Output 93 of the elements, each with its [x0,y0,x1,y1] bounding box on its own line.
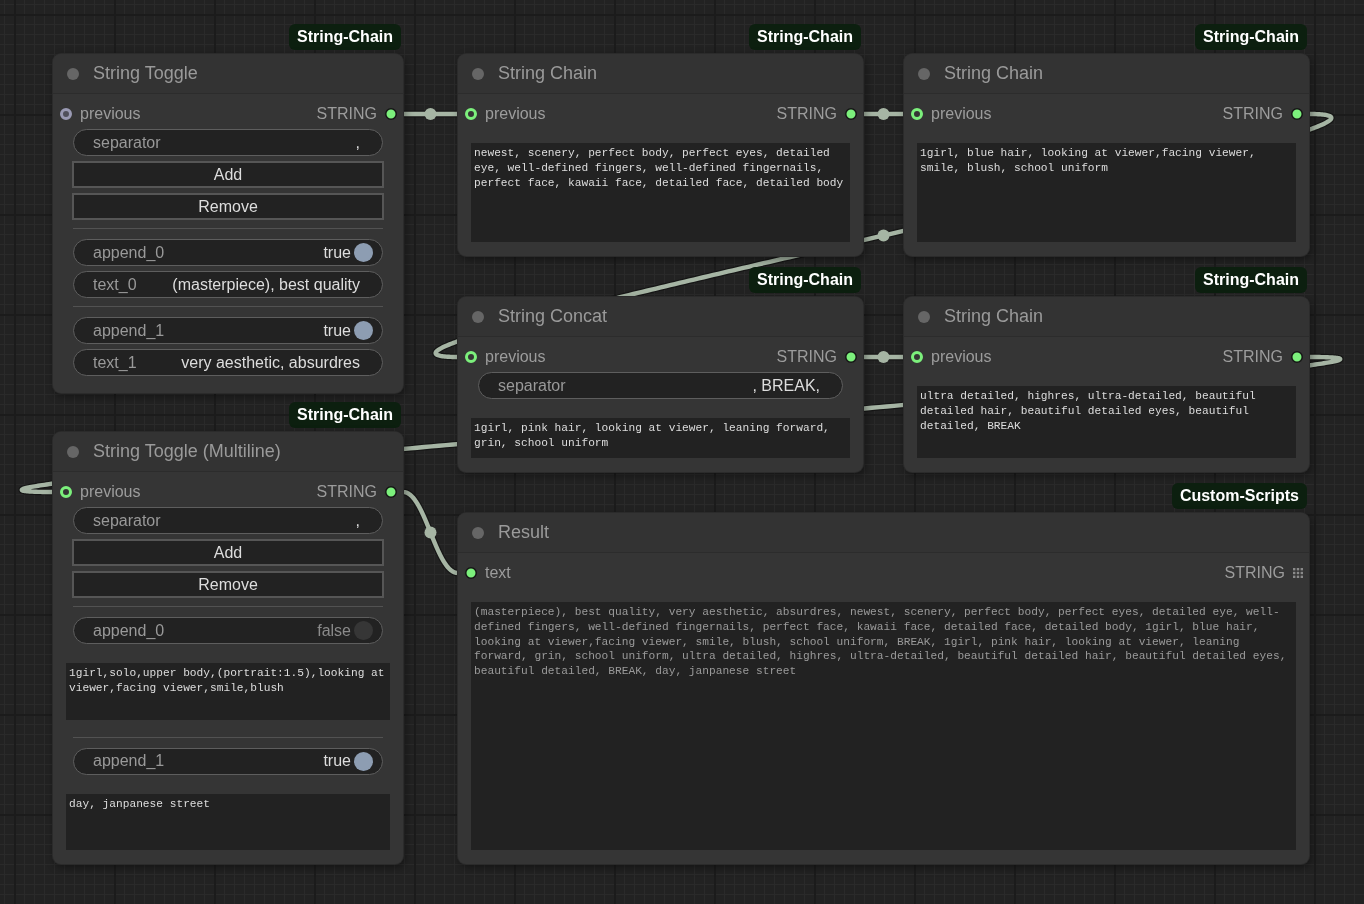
node-badge: String-Chain [1195,24,1307,50]
link-wire[interactable] [863,108,904,120]
toggle-switch[interactable]: append_1 true [73,747,383,775]
slot-label: STRING [1224,564,1285,582]
toggle-label: append_1 [93,321,165,340]
ring-icon[interactable] [911,351,923,363]
toggle-value: true [323,321,351,340]
toggle-knob-icon[interactable] [354,243,373,262]
ring-icon[interactable] [60,108,72,120]
field-value: , [355,133,360,152]
node-title: String Toggle [93,63,198,84]
dot-icon[interactable] [1291,108,1303,120]
text-field[interactable]: separator , BREAK, [478,372,843,399]
dot-icon[interactable] [472,526,484,539]
slot-label: previous [80,105,141,123]
field-label: separator [93,511,161,530]
slot-label: text [485,564,511,582]
text-area[interactable]: 1girl, blue hair, looking at viewer,facing viewer, smile, blush, school uniform [917,143,1296,242]
node-badge: String-Chain [749,267,861,293]
toggle-value: true [323,752,351,770]
toggle-switch[interactable]: append_0 false [73,617,383,644]
dot-icon[interactable] [918,67,930,80]
ring-icon[interactable] [911,108,923,120]
slot-label: STRING [1222,348,1283,366]
slot-label: previous [931,348,992,366]
field-value: (masterpiece), best quality [172,275,360,294]
slot-label: STRING [1222,105,1283,123]
field-label: text_0 [93,275,137,294]
slot-label: STRING [776,105,837,123]
link-wire[interactable] [863,351,904,363]
text-field[interactable]: separator , [73,129,383,156]
node-title: String Concat [498,306,608,327]
slot-label: previous [485,348,546,366]
dot-icon[interactable] [845,351,857,363]
toggle-value: true [323,243,351,262]
toggle-value: false [317,621,351,640]
ring-icon[interactable] [465,351,477,363]
text-field[interactable]: text_0 (masterpiece), best quality [73,271,383,298]
slot-label: previous [80,483,141,501]
slot-label: STRING [316,483,377,501]
dot-icon[interactable] [465,567,477,579]
field-value: very aesthetic, absurdres [181,353,360,372]
toggle-label: append_0 [93,621,165,640]
ring-icon[interactable] [60,486,72,498]
toggle-switch[interactable]: append_1 true [73,317,383,344]
slot-label: STRING [776,348,837,366]
node-title: String Toggle (Multiline) [93,441,281,462]
widget-button[interactable]: Remove [72,571,384,598]
toggle-label: append_1 [93,752,165,770]
widget-button[interactable]: Add [72,539,384,566]
node-title: String Chain [498,63,598,84]
dot-icon[interactable] [385,486,397,498]
slot-label: previous [485,105,546,123]
ring-icon[interactable] [465,108,477,120]
dot-icon[interactable] [67,445,79,458]
dot-icon[interactable] [918,310,930,323]
slot-label: STRING [316,105,377,123]
dot-icon[interactable] [385,108,397,120]
text-area[interactable]: day, janpanese street [66,793,390,850]
grid-icon[interactable] [1293,568,1303,578]
dot-icon[interactable] [845,108,857,120]
field-value: , BREAK, [752,376,820,395]
node-badge: String-Chain [749,24,861,50]
node-title: String Chain [944,63,1044,84]
field-label: separator [498,376,566,395]
text-area[interactable]: newest, scenery, perfect body, perfect eyes, detailed eye, well-defined fingers, well-defined fingernails, perfect face, kawaii face, detailed face, detailed body [471,143,850,242]
text-area[interactable]: ultra detailed, highres, ultra-detailed, beautiful detailed hair, beautiful detailed eyes, beautiful detailed, BREAK [917,386,1296,458]
text-field[interactable]: separator , [73,507,383,534]
node-badge: String-Chain [289,24,401,50]
widget-button[interactable]: Add [72,161,384,188]
field-label: text_1 [93,353,137,372]
text-area[interactable]: 1girl,solo,upper body,(portrait:1.5),looking at viewer,facing viewer,smile,blush [66,663,390,720]
field-value: , [355,511,360,530]
node-title: String Chain [944,306,1044,327]
widget-button[interactable]: Remove [72,193,384,220]
slot-label: previous [931,105,992,123]
text-area[interactable]: (masterpiece), best quality, very aesthetic, absurdres, newest, scenery, perfect body, perfect eyes, detailed eye, well-defined fingers, well-defined fingernails, perfect face, kawaii face, detailed face, detailed body, 1girl, blue hair, looking at viewer,facing viewer, smile, blush, school uniform, BREAK, 1girl, pink hair, looking at viewer, leaning forward, grin, school uniform, ultra detailed, highres, ultra-detailed, beautiful detailed hair, beautiful detailed eyes, beautiful detailed, BREAK, day, janpanese street [471,602,1296,850]
toggle-switch[interactable]: append_0 true [73,239,383,266]
dot-icon[interactable] [1291,351,1303,363]
text-field[interactable]: text_1 very aesthetic, absurdres [73,349,383,376]
toggle-knob-icon[interactable] [354,321,373,340]
text-area[interactable]: 1girl, pink hair, looking at viewer, leaning forward, grin, school uniform [471,418,850,458]
toggle-label: append_0 [93,243,165,262]
link-wire[interactable] [403,108,458,120]
node-badge: String-Chain [1195,267,1307,293]
node-title: Result [498,522,550,543]
field-label: separator [93,133,161,152]
toggle-knob-icon[interactable] [354,751,373,771]
dot-icon[interactable] [472,310,484,323]
node-badge: Custom-Scripts [1171,483,1307,509]
node-badge: String-Chain [289,402,401,428]
dot-icon[interactable] [67,67,79,80]
dot-icon[interactable] [472,67,484,80]
